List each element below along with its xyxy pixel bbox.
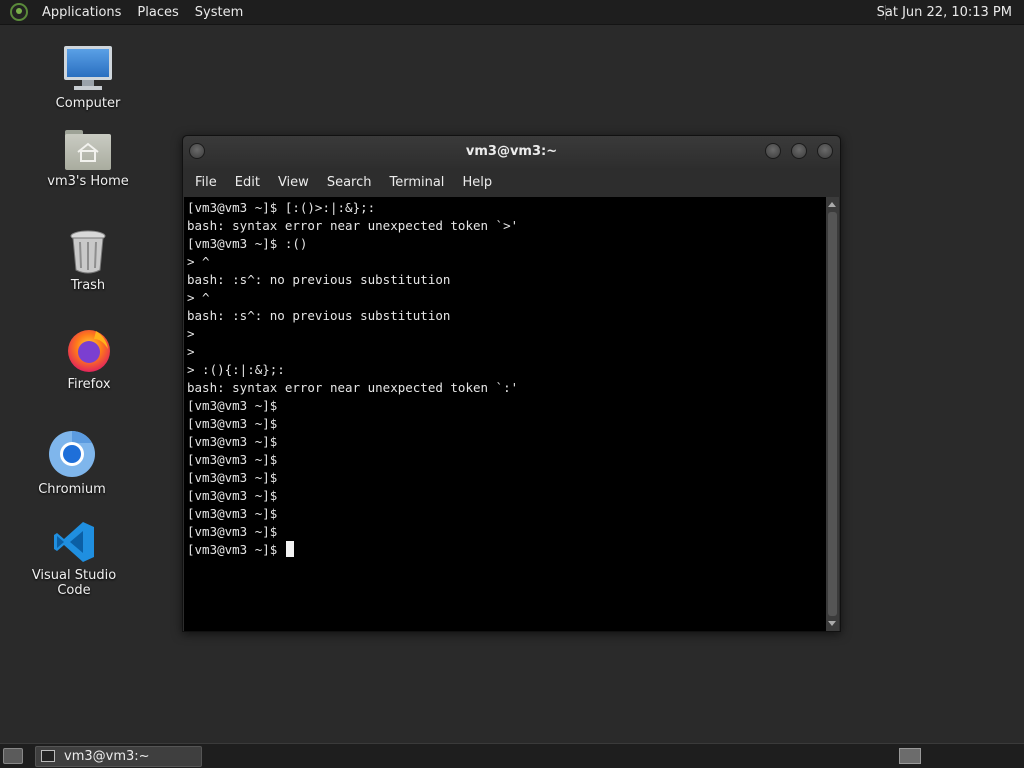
menu-view[interactable]: View <box>269 175 318 190</box>
terminal-line: [vm3@vm3 ~]$ <box>187 506 278 521</box>
menu-search[interactable]: Search <box>318 175 381 190</box>
terminal-line: [vm3@vm3 ~]$ <box>187 524 278 539</box>
terminal-line: [vm3@vm3 ~]$ <box>187 398 278 413</box>
taskbar-button-label: vm3@vm3:~ <box>64 749 150 764</box>
computer-icon <box>64 46 112 92</box>
terminal-menubar: File Edit View Search Terminal Help <box>183 168 840 196</box>
menu-terminal[interactable]: Terminal <box>380 175 453 190</box>
clock[interactable]: Sat Jun 22, 10:13 PM <box>867 0 1024 25</box>
workspace-switcher[interactable] <box>899 748 921 764</box>
taskbar-button-terminal[interactable]: vm3@vm3:~ <box>35 746 202 767</box>
desktop-icon-vscode[interactable]: Visual Studio Code <box>14 520 134 598</box>
terminal-line: [vm3@vm3 ~]$ <box>187 470 278 485</box>
desktop-icon-label: Trash <box>70 278 106 293</box>
terminal-window[interactable]: vm3@vm3:~ File Edit View Search Terminal… <box>182 135 841 632</box>
terminal-line: > <box>187 326 195 341</box>
firefox-icon <box>66 327 112 373</box>
chromium-icon <box>48 430 96 478</box>
terminal-prompt-line: [vm3@vm3 ~]$ <box>187 541 827 559</box>
desktop-icon-computer[interactable]: Computer <box>28 46 148 111</box>
terminal-line: bash: :s^: no previous substitution <box>187 308 451 323</box>
terminal-line: bash: :s^: no previous substitution <box>187 272 451 287</box>
terminal-line: > <box>187 344 195 359</box>
terminal-scrollbar[interactable] <box>826 197 839 631</box>
desktop-icon-label: Visual Studio Code <box>31 568 117 598</box>
terminal-line: [vm3@vm3 ~]$ <box>187 416 278 431</box>
desktop-icon-label: Firefox <box>67 377 111 392</box>
vscode-icon <box>52 520 96 564</box>
top-panel: Applications Places System Sat Jun 22, 1… <box>0 0 1024 25</box>
terminal-line: > :(){:|:&};: <box>187 362 285 377</box>
desktop-icon-chromium[interactable]: Chromium <box>12 430 132 497</box>
terminal-line: [vm3@vm3 ~]$ <box>187 452 278 467</box>
menu-system[interactable]: System <box>187 5 251 20</box>
terminal-line: bash: syntax error near unexpected token… <box>187 380 519 395</box>
window-titlebar[interactable]: vm3@vm3:~ <box>183 136 840 168</box>
desktop-icon-label: Computer <box>55 96 121 111</box>
menu-applications[interactable]: Applications <box>34 5 129 20</box>
desktop-icon-home[interactable]: vm3's Home <box>28 130 148 189</box>
terminal-line: [vm3@vm3 ~]$ <box>187 434 278 449</box>
menu-places[interactable]: Places <box>129 5 186 20</box>
terminal-line: > ^ <box>187 290 210 305</box>
menu-help[interactable]: Help <box>453 175 501 190</box>
bottom-panel: vm3@vm3:~ <box>0 743 1024 768</box>
minimize-button[interactable] <box>765 143 781 159</box>
desktop-icon-label: Chromium <box>38 482 106 497</box>
desktop-icon-trash[interactable]: Trash <box>28 230 148 293</box>
terminal-line: > ^ <box>187 254 210 269</box>
desktop-icon-firefox[interactable]: Firefox <box>29 327 149 392</box>
scroll-down-arrow-icon[interactable] <box>828 621 836 626</box>
distro-logo-icon[interactable] <box>10 3 28 21</box>
home-folder-icon <box>65 130 111 170</box>
close-button[interactable] <box>817 143 833 159</box>
terminal-icon <box>41 750 55 762</box>
terminal-line: bash: syntax error near unexpected token… <box>187 218 519 233</box>
text-cursor <box>285 541 294 557</box>
menu-file[interactable]: File <box>186 175 226 190</box>
terminal-line: [vm3@vm3 ~]$ [:()>:|:&};: <box>187 200 376 215</box>
terminal-output[interactable]: [vm3@vm3 ~]$ [:()>:|:&};: bash: syntax er… <box>184 197 827 631</box>
terminal-line: [vm3@vm3 ~]$ <box>187 542 285 557</box>
desktop-icon-label: vm3's Home <box>47 174 129 189</box>
window-menu-button[interactable] <box>189 143 205 159</box>
scroll-up-arrow-icon[interactable] <box>828 202 836 207</box>
maximize-button[interactable] <box>791 143 807 159</box>
window-title: vm3@vm3:~ <box>465 144 558 159</box>
show-desktop-icon[interactable] <box>3 748 23 764</box>
terminal-line: [vm3@vm3 ~]$ :() <box>187 236 308 251</box>
terminal-line: [vm3@vm3 ~]$ <box>187 488 278 503</box>
scrollbar-thumb[interactable] <box>828 212 837 616</box>
trash-icon <box>70 230 106 274</box>
menu-edit[interactable]: Edit <box>226 175 269 190</box>
